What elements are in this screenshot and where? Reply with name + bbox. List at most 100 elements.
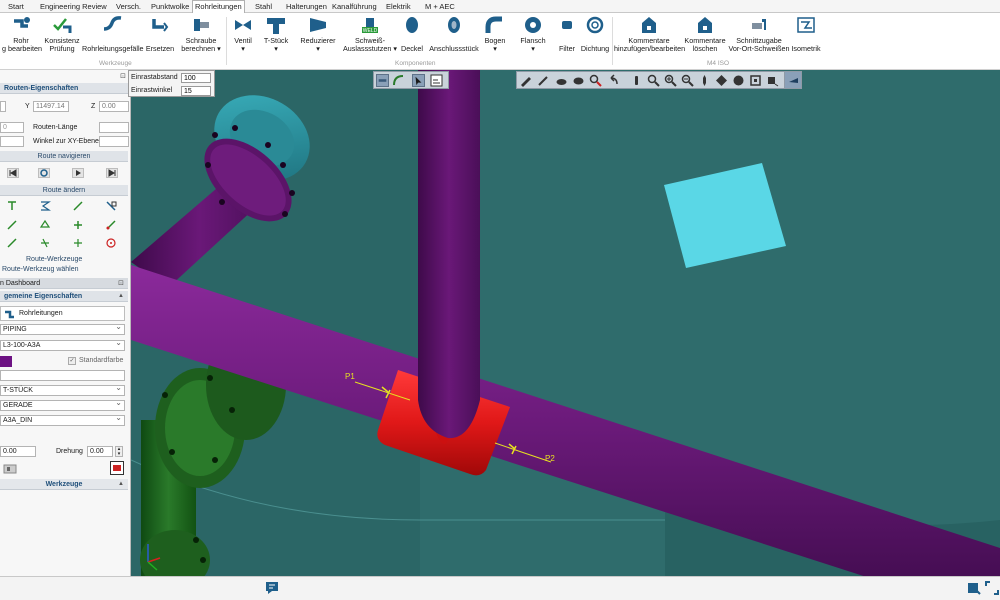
bogen-button[interactable]: Bogen ▾ (482, 15, 508, 53)
offset-field[interactable]: 0.00 (0, 446, 36, 457)
schraube-berechnen-button[interactable]: Schraube berechnen ▾ (180, 15, 222, 53)
undo-icon[interactable] (607, 74, 620, 87)
isometrik-button[interactable]: Isometrik (789, 15, 823, 53)
werkzeuge-header[interactable]: Werkzeuge ▲ (0, 479, 128, 490)
y-coordinate-field[interactable]: 11497.14 (33, 101, 69, 112)
color-swatch[interactable] (0, 356, 12, 367)
allgemeine-eigenschaften-header[interactable]: gemeine Eigenschaften ▲ (0, 291, 128, 302)
tab-rohrleitungen[interactable]: Rohrleitungen (192, 0, 245, 13)
markup-icon[interactable] (572, 74, 585, 87)
nav-next-button[interactable] (72, 168, 84, 178)
tab-stahl[interactable]: Stahl (253, 1, 274, 13)
cursor-icon[interactable] (412, 74, 425, 87)
route-aendern-header[interactable]: Route ändern (0, 185, 128, 196)
insert-component-icon[interactable] (110, 461, 124, 475)
route-tool-7-icon[interactable] (72, 219, 84, 231)
route-tool-9-icon[interactable] (6, 237, 18, 249)
route-tool-8-icon[interactable] (105, 219, 117, 231)
rohr-bearbeiten-button[interactable]: Rohr g bearbeiten (2, 15, 42, 53)
zoom-icon[interactable] (647, 74, 660, 87)
tab-halterungen[interactable]: Halterungen (284, 1, 329, 13)
ersetzen-button[interactable]: Ersetzen (144, 15, 176, 53)
route-tool-11-icon[interactable] (72, 237, 84, 249)
standardfarbe-checkbox[interactable]: ✓ (68, 357, 76, 365)
rohrleitungsgefaelle-button[interactable]: Rohrleitungsgefälle (82, 15, 144, 53)
konsistenz-pruefung-button[interactable]: Konsistenz Prüfung (42, 15, 82, 53)
export-icon[interactable] (966, 580, 982, 596)
zoom-in-icon[interactable] (664, 74, 677, 87)
pin-icon[interactable]: ⊡ (120, 72, 126, 80)
component-type-dropdown[interactable]: T-STÜCK (0, 383, 125, 396)
fit-view-icon[interactable] (749, 74, 762, 87)
target-icon[interactable] (105, 237, 117, 249)
pen-icon[interactable] (537, 74, 550, 87)
route-tool-1-icon[interactable] (6, 200, 18, 212)
einrastwinkel-input[interactable] (181, 86, 211, 96)
route-tool-3-icon[interactable] (72, 200, 84, 212)
3d-viewport[interactable]: P1 P2 (131, 70, 1000, 576)
route-tool-6-icon[interactable] (39, 219, 51, 231)
fly-icon[interactable] (787, 74, 800, 87)
view-presets-icon[interactable] (766, 74, 779, 87)
drehung-spinner[interactable]: ▴ ▾ (115, 446, 123, 457)
z-coordinate-field[interactable]: 0.00 (99, 101, 129, 112)
component-subtype-dropdown[interactable]: GERADE (0, 398, 125, 411)
x-coordinate-field[interactable] (0, 101, 6, 112)
schweiss-auslassstutzen-button[interactable]: WELD Schweiß- Auslassstutzen ▾ (341, 15, 399, 53)
pencil-icon[interactable] (519, 74, 532, 87)
tab-kanalfuehrung[interactable]: Kanalführung (330, 1, 379, 13)
dimension-icon[interactable] (430, 74, 443, 87)
description-field[interactable] (0, 370, 125, 381)
routen-eigenschaften-header[interactable]: Routen-Eigenschaften (0, 83, 128, 94)
nav-first-button[interactable] (7, 168, 19, 178)
route-tool-10-icon[interactable] (39, 237, 51, 249)
t-stueck-button[interactable]: T-Stück ▾ (260, 15, 292, 53)
catalog-dropdown[interactable]: A3A_DIN (0, 413, 125, 426)
anschlussstueck-button[interactable]: Anschlussstück (428, 15, 480, 53)
reduzierer-button[interactable]: Reduzierer ▾ (298, 15, 338, 53)
kommentare-loeschen-button[interactable]: Kommentare löschen (684, 15, 726, 53)
tab-elektrik[interactable]: Elektrik (384, 1, 413, 13)
viewport-toolbar-toggle[interactable] (784, 71, 802, 89)
select-mode-icon[interactable] (376, 74, 389, 87)
route-navigieren-header[interactable]: Route navigieren (0, 151, 128, 162)
tab-start[interactable]: Start (6, 1, 26, 13)
zoom-markup-icon[interactable] (589, 74, 602, 87)
routen-laenge-spinner[interactable]: 0 (0, 122, 24, 133)
kommentare-hinzufuegen-button[interactable]: Kommentare hinzufügen/bearbeiten (614, 15, 685, 53)
component-preview-icon[interactable] (3, 463, 17, 475)
fullscreen-icon[interactable] (984, 580, 1000, 596)
tab-m-aec[interactable]: M + AEC (423, 1, 457, 13)
snap-mode-icon[interactable] (392, 74, 405, 87)
vertical-pipe[interactable] (418, 70, 480, 439)
dashboard-header[interactable]: n Dashboard ⊡ (0, 278, 128, 289)
zoom-out-icon[interactable] (681, 74, 694, 87)
einrastabstand-input[interactable] (181, 73, 211, 83)
drehung-field[interactable]: 0.00 (87, 446, 113, 457)
nav-last-button[interactable] (106, 168, 118, 178)
routen-laenge-field[interactable] (99, 122, 129, 133)
pin-icon[interactable]: ⊡ (118, 278, 124, 289)
pan-icon[interactable] (698, 74, 711, 87)
deckel-button[interactable]: Deckel (398, 15, 426, 53)
schnittzugabe-button[interactable]: Schnittzugabe Vor-Ort-Schweißen (728, 15, 790, 53)
touch-icon[interactable] (630, 74, 643, 87)
route-werkzeug-waehlen-label[interactable]: Route-Werkzeug wählen (2, 266, 79, 273)
ventil-button[interactable]: Ventil ▾ (230, 15, 256, 53)
winkel-spinner[interactable] (0, 136, 24, 147)
dichtung-button[interactable]: Dichtung (580, 15, 610, 53)
flansch-button[interactable]: Flansch ▾ (518, 15, 548, 53)
tab-engineering-review[interactable]: Engineering Review (38, 1, 109, 13)
filter-button[interactable]: Filter (556, 15, 578, 53)
orbit-icon[interactable] (715, 74, 728, 87)
tab-punktwolke[interactable]: Punktwolke (149, 1, 191, 13)
route-tool-4-icon[interactable] (105, 200, 117, 212)
route-tool-2-icon[interactable] (39, 200, 51, 212)
spec-dropdown[interactable]: L3-100-A3A (0, 338, 125, 351)
collapse-icon[interactable]: ▲ (118, 291, 124, 302)
service-dropdown[interactable]: PIPING (0, 322, 125, 335)
chat-icon[interactable] (264, 580, 280, 596)
winkel-field[interactable] (99, 136, 129, 147)
cloud-icon[interactable] (555, 74, 568, 87)
rohrleitungen-selector[interactable]: Rohrleitungen (0, 306, 125, 321)
